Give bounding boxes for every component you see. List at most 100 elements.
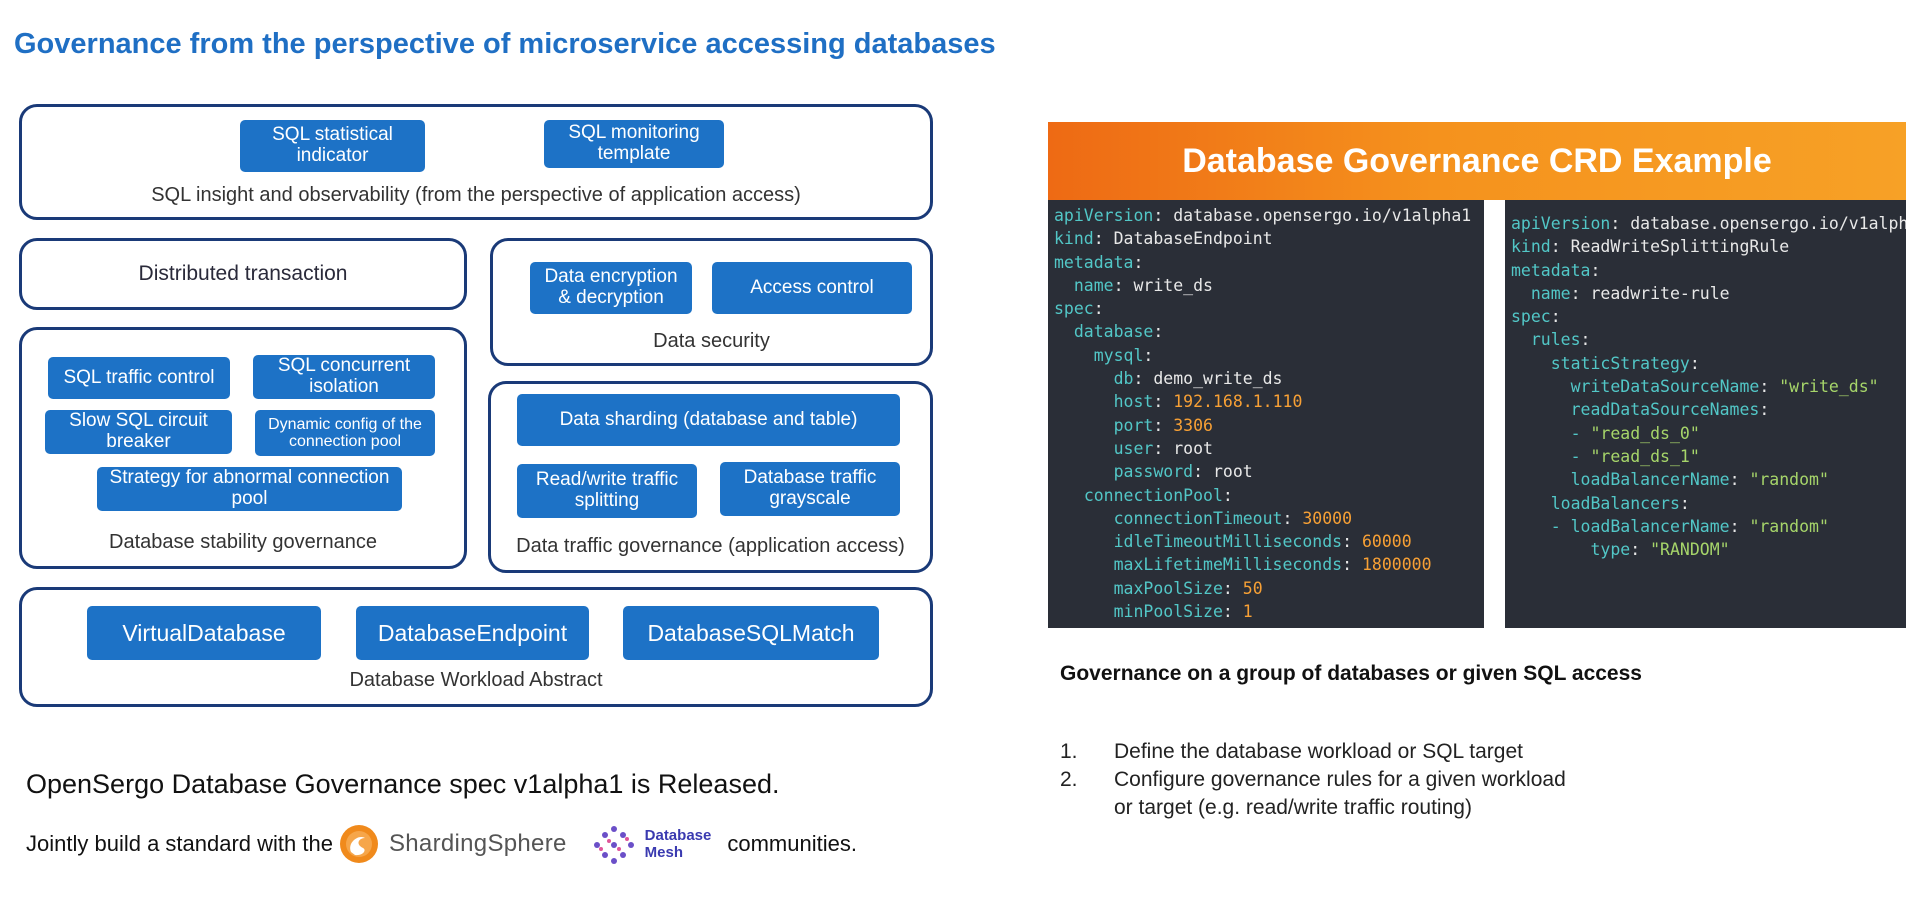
sql-traffic-control-chip[interactable]: SQL traffic control <box>48 357 230 399</box>
code-token: : database.opensergo.io/v1alpha1 <box>1153 206 1472 225</box>
code-token: : demo_write_ds <box>1133 369 1283 389</box>
code-token: - <box>1570 423 1581 443</box>
code-token: 3306 <box>1173 415 1213 435</box>
dynamic-connection-pool-chip[interactable]: Dynamic config of the connection pool <box>255 410 435 456</box>
code-token: kind <box>1054 229 1094 249</box>
code-line: - "read_ds_0" <box>1511 422 1900 445</box>
code-line: rules: <box>1511 328 1900 351</box>
release-announcement: OpenSergo Database Governance spec v1alp… <box>26 769 780 799</box>
code-token: type <box>1590 540 1631 560</box>
shardingsphere-logo-text: ShardingSphere <box>388 830 567 857</box>
code-line: apiVersion: database.opensergo.io/v1alph… <box>1511 212 1906 235</box>
workload-abstract-caption: Database Workload Abstract <box>349 669 603 691</box>
read-write-splitting-chip[interactable]: Read/write traffic splitting <box>517 464 697 518</box>
distributed-transaction-label: Distributed transaction <box>138 262 348 285</box>
code-token: : root <box>1193 462 1253 482</box>
code-token: db <box>1113 369 1134 389</box>
database-traffic-grayscale-chip[interactable]: Database traffic grayscale <box>720 462 900 516</box>
code-token: : <box>1282 508 1303 528</box>
data-sharding-chip[interactable]: Data sharding (database and table) <box>517 394 900 446</box>
code-line: kind: DatabaseEndpoint <box>1054 227 1478 250</box>
code-token: name <box>1530 283 1571 303</box>
code-line: spec: <box>1511 305 1900 328</box>
code-token: : <box>1759 400 1770 420</box>
code-token: password <box>1113 462 1194 482</box>
code-token: : <box>1729 516 1750 536</box>
code-token: - loadBalancerName <box>1550 516 1730 536</box>
code-line: name: readwrite-rule <box>1511 282 1900 305</box>
code-line: mysql: <box>1054 344 1478 367</box>
database-sql-match-chip[interactable]: DatabaseSQLMatch <box>623 606 879 660</box>
code-token: readDataSourceNames <box>1570 400 1760 420</box>
data-traffic-caption: Data traffic governance (application acc… <box>516 535 905 557</box>
code-token: "random" <box>1749 516 1829 536</box>
page-title: Governance from the perspective of micro… <box>14 28 996 60</box>
code-token: "read_ds_1" <box>1590 446 1700 466</box>
code-token: : <box>1342 555 1362 575</box>
code-token: idleTimeoutMilliseconds <box>1113 532 1343 552</box>
code-line: readDataSourceNames: <box>1511 398 1900 421</box>
slow-sql-circuit-breaker-chip[interactable]: Slow SQL circuit breaker <box>45 410 232 454</box>
sql-concurrent-isolation-chip[interactable]: SQL concurrent isolation <box>253 355 435 399</box>
code-token: writeDataSourceName <box>1570 377 1760 397</box>
code-token: : <box>1630 540 1651 560</box>
code-token: maxLifetimeMilliseconds <box>1113 555 1343 575</box>
database-mesh-logo-line1: Database <box>644 827 712 844</box>
abnormal-connection-pool-chip[interactable]: Strategy for abnormal connection pool <box>97 467 402 511</box>
code-line: - "read_ds_1" <box>1511 445 1900 468</box>
code-token: kind <box>1511 237 1551 257</box>
code-token: : ReadWriteSplittingRule <box>1550 237 1790 257</box>
steps-list: 1. Define the database workload or SQL t… <box>1060 738 1566 822</box>
code-token: 30000 <box>1302 508 1353 528</box>
governance-sub-heading: Governance on a group of databases or gi… <box>1060 662 1642 685</box>
code-token: : database.opensergo.io/v1alpha1 <box>1610 214 1906 233</box>
code-token: port <box>1113 415 1154 435</box>
code-token: metadata <box>1054 252 1134 272</box>
code-token: : <box>1679 493 1690 513</box>
code-line: name: write_ds <box>1054 274 1478 297</box>
code-token: minPoolSize <box>1113 602 1223 622</box>
database-endpoint-chip[interactable]: DatabaseEndpoint <box>356 606 589 660</box>
code-token: spec <box>1511 307 1551 327</box>
code-token: staticStrategy <box>1550 353 1690 373</box>
list-item: 1. Define the database workload or SQL t… <box>1060 738 1566 766</box>
code-token: : <box>1222 578 1243 598</box>
code-token: name <box>1073 275 1114 295</box>
sql-statistical-indicator-chip[interactable]: SQL statistical indicator <box>240 120 425 172</box>
code-token: : <box>1222 602 1243 622</box>
code-token: : <box>1153 392 1174 412</box>
database-mesh-logo-line2: Mesh <box>644 844 683 861</box>
code-line: password: root <box>1054 460 1478 483</box>
code-token: host <box>1113 392 1154 412</box>
code-token: : <box>1689 353 1700 373</box>
code-line: connectionPool: <box>1054 484 1478 507</box>
step-text: Configure governance rules for a given w… <box>1114 768 1566 791</box>
virtual-database-chip[interactable]: VirtualDatabase <box>87 606 321 660</box>
code-token: loadBalancerName <box>1570 470 1730 490</box>
code-token: "random" <box>1749 470 1829 490</box>
database-mesh-logo-icon <box>593 826 634 864</box>
database-mesh-logo-text: Database Mesh <box>645 827 712 861</box>
data-encryption-chip[interactable]: Data encryption & decryption <box>530 262 692 314</box>
code-token: : <box>1222 485 1233 505</box>
read-write-splitting-code: apiVersion: database.opensergo.io/v1alph… <box>1505 200 1906 628</box>
sql-insight-caption: SQL insight and observability (from the … <box>151 184 801 206</box>
sql-monitoring-template-chip[interactable]: SQL monitoring template <box>544 120 724 168</box>
access-control-chip[interactable]: Access control <box>712 262 912 314</box>
code-token: : DatabaseEndpoint <box>1093 229 1273 249</box>
